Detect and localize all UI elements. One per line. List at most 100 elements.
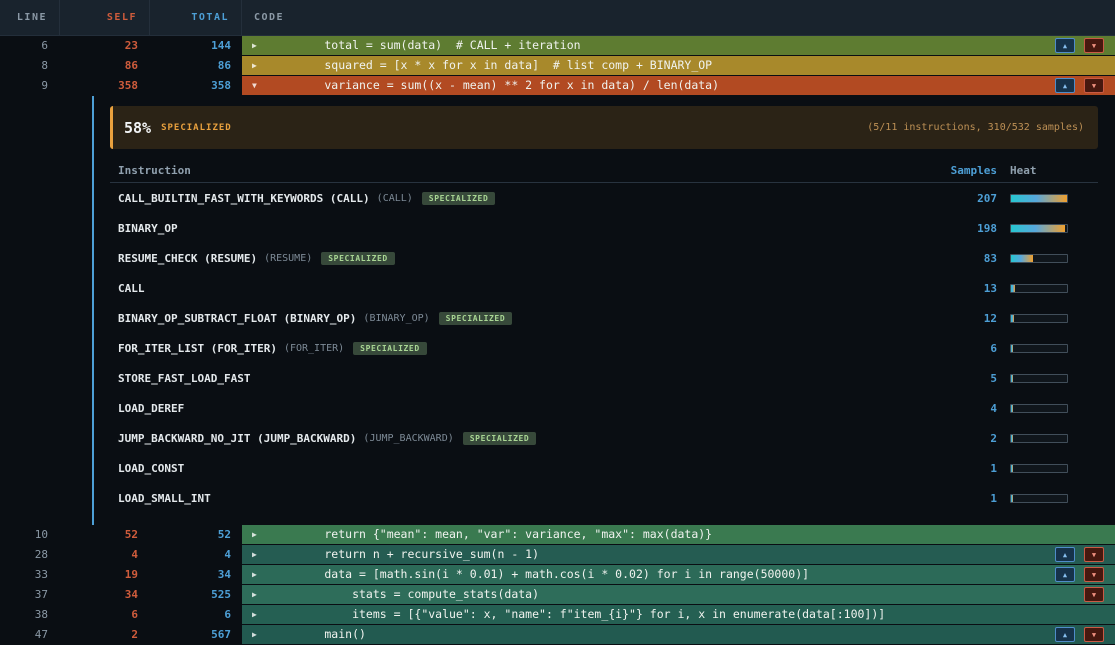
jump-down-button[interactable]: ▼ bbox=[1084, 547, 1104, 562]
heat-bar-track bbox=[1010, 464, 1068, 473]
instruction-samples: 1 bbox=[941, 492, 997, 505]
instruction-row: FOR_ITER_LIST (FOR_ITER) (FOR_ITER) SPEC… bbox=[110, 333, 1098, 363]
code-heat-cell[interactable]: ▶ stats = compute_stats(data) ▼ bbox=[242, 585, 1115, 604]
profiler-app: LINE SELF TOTAL CODE 6 23 144 ▶ total = … bbox=[0, 0, 1115, 645]
line-number: 8 bbox=[0, 56, 60, 75]
instruction-row: CALL_BUILTIN_FAST_WITH_KEYWORDS (CALL) (… bbox=[110, 183, 1098, 213]
self-samples: 4 bbox=[60, 545, 150, 564]
instruction-row: CALL 13 bbox=[110, 273, 1098, 303]
code-heat-cell[interactable]: ▼ variance = sum((x - mean) ** 2 for x i… bbox=[242, 76, 1115, 95]
code-heat-cell[interactable]: ▶ total = sum(data) # CALL + iteration ▲… bbox=[242, 36, 1115, 55]
instruction-name: BINARY_OP bbox=[118, 222, 178, 235]
instruction-row: JUMP_BACKWARD_NO_JIT (JUMP_BACKWARD) (JU… bbox=[110, 423, 1098, 453]
code-heat-cell[interactable]: ▶ return n + recursive_sum(n - 1) ▲ ▼ bbox=[242, 545, 1115, 564]
instruction-row: LOAD_CONST 1 bbox=[110, 453, 1098, 483]
jump-down-button[interactable]: ▼ bbox=[1084, 78, 1104, 93]
expand-toggle-icon[interactable]: ▶ bbox=[252, 625, 269, 644]
specialized-label: SPECIALIZED bbox=[161, 123, 232, 133]
expand-toggle-icon[interactable]: ▼ bbox=[252, 76, 269, 95]
jump-up-button[interactable]: ▲ bbox=[1055, 567, 1075, 582]
column-header-row: LINE SELF TOTAL CODE bbox=[0, 0, 1115, 36]
column-header-total: TOTAL bbox=[150, 0, 242, 35]
self-samples: 358 bbox=[60, 76, 150, 95]
jump-down-button[interactable]: ▼ bbox=[1084, 567, 1104, 582]
base-opcode: (JUMP_BACKWARD) bbox=[363, 433, 453, 444]
instruction-name: FOR_ITER_LIST (FOR_ITER) bbox=[118, 342, 277, 355]
heat-bar-track bbox=[1010, 254, 1068, 263]
heat-bar-fill bbox=[1011, 465, 1013, 472]
expanded-marker-line bbox=[92, 96, 94, 525]
heat-bar-fill bbox=[1011, 315, 1014, 322]
instruction-name: RESUME_CHECK (RESUME) bbox=[118, 252, 257, 265]
specialized-badge: SPECIALIZED bbox=[463, 432, 537, 445]
expand-toggle-icon[interactable]: ▶ bbox=[252, 565, 269, 584]
jump-down-button[interactable]: ▼ bbox=[1084, 38, 1104, 53]
code-row: 47 2 567 ▶ main() ▲ ▼ bbox=[0, 625, 1115, 645]
expand-toggle-icon[interactable]: ▶ bbox=[252, 56, 269, 75]
heat-bar-track bbox=[1010, 194, 1068, 203]
instruction-name: CALL_BUILTIN_FAST_WITH_KEYWORDS (CALL) bbox=[118, 192, 370, 205]
line-number: 38 bbox=[0, 605, 60, 624]
instruction-row: LOAD_DEREF 4 bbox=[110, 393, 1098, 423]
heat-bar-track bbox=[1010, 224, 1068, 233]
jump-up-button[interactable]: ▲ bbox=[1055, 547, 1075, 562]
column-header-line: LINE bbox=[0, 0, 60, 35]
code-heat-cell[interactable]: ▶ squared = [x * x for x in data] # list… bbox=[242, 56, 1115, 75]
jump-up-button[interactable]: ▲ bbox=[1055, 38, 1075, 53]
expand-toggle-icon[interactable]: ▶ bbox=[252, 525, 269, 544]
heat-bar-track bbox=[1010, 434, 1068, 443]
instruction-table: CALL_BUILTIN_FAST_WITH_KEYWORDS (CALL) (… bbox=[110, 183, 1098, 513]
instruction-samples: 2 bbox=[941, 432, 997, 445]
code-heat-cell[interactable]: ▶ items = [{"value": x, "name": f"item_{… bbox=[242, 605, 1115, 624]
source-code: main() bbox=[269, 625, 366, 644]
specialized-badge: SPECIALIZED bbox=[422, 192, 496, 205]
heat-bar-fill bbox=[1011, 495, 1013, 502]
heat-bar-track bbox=[1010, 314, 1068, 323]
source-code: squared = [x * x for x in data] # list c… bbox=[269, 56, 712, 75]
code-rows-bottom: 10 52 52 ▶ return {"mean": mean, "var": … bbox=[0, 525, 1115, 645]
instruction-samples: 12 bbox=[941, 312, 997, 325]
base-opcode: (FOR_ITER) bbox=[284, 343, 344, 354]
code-row: 6 23 144 ▶ total = sum(data) # CALL + it… bbox=[0, 36, 1115, 56]
specialized-badge: SPECIALIZED bbox=[353, 342, 427, 355]
jump-down-button[interactable]: ▼ bbox=[1084, 587, 1104, 602]
code-row: 38 6 6 ▶ items = [{"value": x, "name": f… bbox=[0, 605, 1115, 625]
column-header-self: SELF bbox=[60, 0, 150, 35]
heat-bar-fill bbox=[1011, 435, 1013, 442]
self-samples: 6 bbox=[60, 605, 150, 624]
instruction-table-header: Instruction Samples Heat bbox=[110, 155, 1098, 183]
expand-toggle-icon[interactable]: ▶ bbox=[252, 585, 269, 604]
instruction-samples: 198 bbox=[941, 222, 997, 235]
instruction-name: BINARY_OP_SUBTRACT_FLOAT (BINARY_OP) bbox=[118, 312, 356, 325]
expand-toggle-icon[interactable]: ▶ bbox=[252, 545, 269, 564]
line-number: 9 bbox=[0, 76, 60, 95]
line-number: 47 bbox=[0, 625, 60, 644]
total-samples: 358 bbox=[150, 76, 242, 95]
heat-bar-track bbox=[1010, 344, 1068, 353]
instruction-name: CALL bbox=[118, 282, 145, 295]
code-row: 10 52 52 ▶ return {"mean": mean, "var": … bbox=[0, 525, 1115, 545]
self-samples: 23 bbox=[60, 36, 150, 55]
source-code: return n + recursive_sum(n - 1) bbox=[269, 545, 539, 564]
jump-down-button[interactable]: ▼ bbox=[1084, 627, 1104, 642]
code-heat-cell[interactable]: ▶ main() ▲ ▼ bbox=[242, 625, 1115, 644]
code-heat-cell[interactable]: ▶ data = [math.sin(i * 0.01) + math.cos(… bbox=[242, 565, 1115, 584]
instruction-row: LOAD_SMALL_INT 1 bbox=[110, 483, 1098, 513]
specialized-badge: SPECIALIZED bbox=[439, 312, 513, 325]
source-code: total = sum(data) # CALL + iteration bbox=[269, 36, 581, 55]
self-samples: 34 bbox=[60, 585, 150, 604]
heat-bar-fill bbox=[1011, 345, 1013, 352]
total-samples: 52 bbox=[150, 525, 242, 544]
expand-toggle-icon[interactable]: ▶ bbox=[252, 605, 269, 624]
expand-toggle-icon[interactable]: ▶ bbox=[252, 36, 269, 55]
code-row: 9 358 358 ▼ variance = sum((x - mean) **… bbox=[0, 76, 1115, 96]
line-number: 33 bbox=[0, 565, 60, 584]
total-samples: 567 bbox=[150, 625, 242, 644]
line-number: 6 bbox=[0, 36, 60, 55]
jump-up-button[interactable]: ▲ bbox=[1055, 78, 1075, 93]
instruction-samples: 5 bbox=[941, 372, 997, 385]
jump-up-button[interactable]: ▲ bbox=[1055, 627, 1075, 642]
self-samples: 2 bbox=[60, 625, 150, 644]
code-heat-cell[interactable]: ▶ return {"mean": mean, "var": variance,… bbox=[242, 525, 1115, 544]
source-code: return {"mean": mean, "var": variance, "… bbox=[269, 525, 712, 544]
